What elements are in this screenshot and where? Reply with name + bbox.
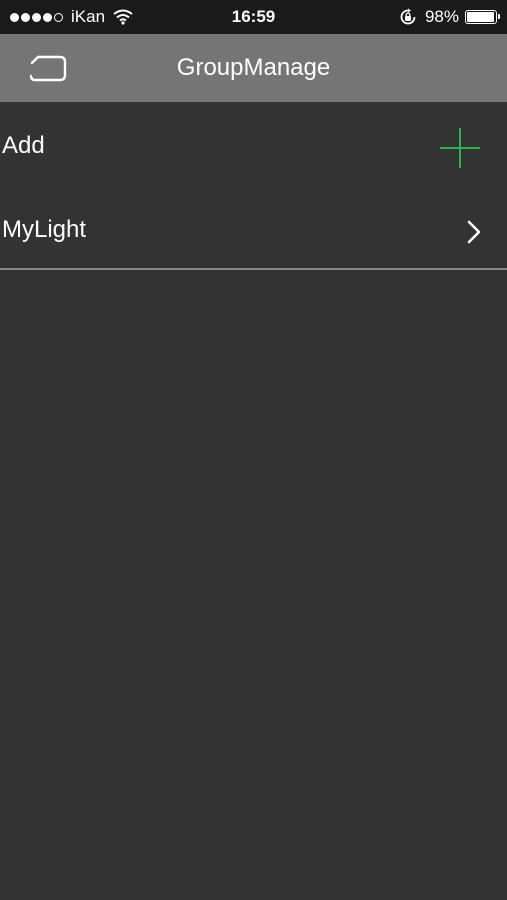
navigation-bar: GroupManage [0,34,507,102]
add-label: Add [2,132,45,159]
mylight-label: MyLight [2,216,87,243]
group-manage-screen: iKan 16:59 98% GroupManage Add MyLight [0,0,507,900]
chevron-right-icon [467,220,481,244]
back-return-icon [29,55,67,82]
status-right: 98% [399,0,500,34]
rotation-lock-icon [400,8,416,25]
list-item-add[interactable]: Add [0,102,507,186]
list-divider [0,268,507,270]
battery-percentage: 98% [424,7,459,26]
list-item-mylight[interactable]: MyLight [0,186,507,270]
status-bar: iKan 16:59 98% [0,0,507,34]
plus-icon[interactable] [439,127,481,169]
page-title: GroupManage [176,54,331,81]
battery-icon [465,10,500,24]
back-button[interactable] [20,48,76,88]
